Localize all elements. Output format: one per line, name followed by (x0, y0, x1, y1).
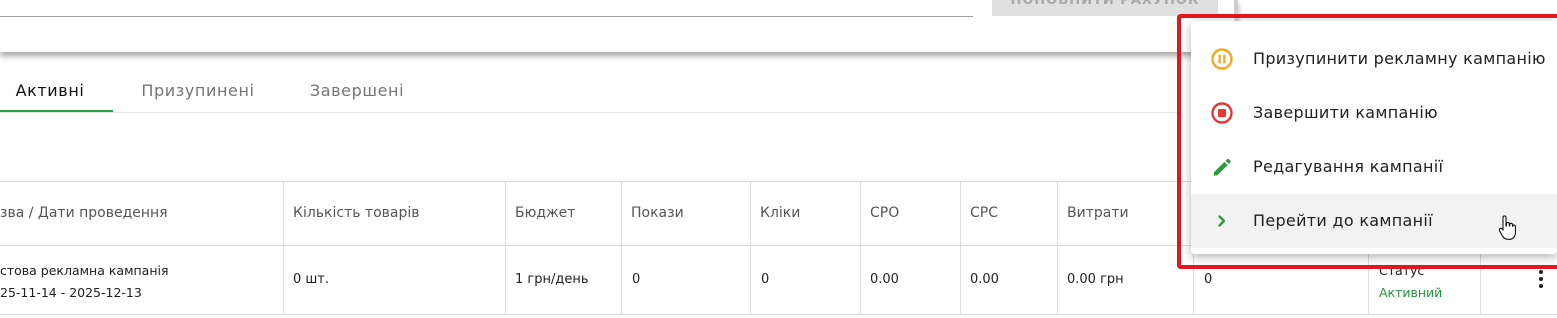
menu-label: Завершити кампанію (1253, 103, 1438, 122)
column-divider (1368, 245, 1369, 315)
topup-button[interactable]: ПОПОВНИТИ РАХУНОК (992, 0, 1218, 16)
header-cpc[interactable]: CPC (970, 182, 998, 245)
campaign-dates: 25-11-14 - 2025-12-13 (0, 285, 142, 300)
search-input[interactable] (0, 16, 973, 17)
clicks-cell: 0 (761, 272, 770, 287)
column-divider (960, 181, 961, 315)
budget-cell: 1 грн/день (515, 272, 589, 287)
cpc-cell: 0.00 (970, 272, 999, 287)
header-impressions[interactable]: Покази (631, 182, 684, 245)
menu-label: Перейти до кампанії (1253, 211, 1433, 230)
header-products[interactable]: Кількість товарів (293, 182, 420, 245)
spend-cell: 0.00 грн (1067, 272, 1124, 287)
header-cpo[interactable]: CPO (870, 182, 899, 245)
column-divider (505, 181, 506, 315)
campaign-status-tabs: Активні Призупинені Завершені (0, 72, 1180, 112)
column-divider (860, 181, 861, 315)
more-actions-icon[interactable] (1535, 268, 1547, 290)
menu-item-edit[interactable]: Редагування кампанії (1191, 140, 1557, 194)
column-divider (750, 181, 751, 315)
status-label: Статус (1379, 263, 1425, 278)
column-divider (1480, 245, 1481, 315)
campaign-name[interactable]: стова рекламна кампанія (0, 260, 169, 282)
chevron-right-icon (1218, 215, 1226, 227)
campaign-name-cell: стова рекламна кампанія 25-11-14 - 2025-… (0, 260, 169, 304)
menu-item-pause[interactable]: Призупинити рекламну кампанію (1191, 32, 1557, 86)
menu-label: Призупинити рекламну кампанію (1253, 49, 1546, 68)
tab-paused[interactable]: Призупинені (132, 72, 264, 112)
column-divider (621, 181, 622, 315)
status-badge: Активний (1379, 285, 1443, 300)
header-budget[interactable]: Бюджет (515, 182, 575, 245)
search-panel: ПОПОВНИТИ РАХУНОК (0, 0, 1238, 52)
table-border-bottom (0, 314, 1557, 315)
stop-circle-icon (1211, 102, 1233, 124)
tab-active[interactable]: Активні (0, 72, 100, 112)
menu-item-finish[interactable]: Завершити кампанію (1191, 86, 1557, 140)
header-spend[interactable]: Витрати (1067, 182, 1129, 245)
pencil-icon (1214, 158, 1231, 176)
column-divider (283, 181, 284, 315)
tab-completed[interactable]: Завершені (300, 72, 414, 112)
column-divider (1057, 181, 1058, 315)
pause-circle-icon (1211, 48, 1233, 70)
status-cell: Статус Активний (1379, 260, 1442, 304)
menu-label: Редагування кампанії (1253, 157, 1444, 176)
products-cell: 0 шт. (293, 272, 330, 287)
impressions-cell: 0 (632, 272, 641, 287)
tabs-divider (0, 112, 1180, 113)
header-name-dates[interactable]: зва / Дати проведення (0, 182, 168, 245)
cpo-cell: 0.00 (870, 272, 899, 287)
hand-cursor-icon (1498, 215, 1516, 240)
header-clicks[interactable]: Кліки (760, 182, 800, 245)
extra-cell: 0 (1204, 272, 1213, 287)
column-divider (1193, 245, 1194, 315)
